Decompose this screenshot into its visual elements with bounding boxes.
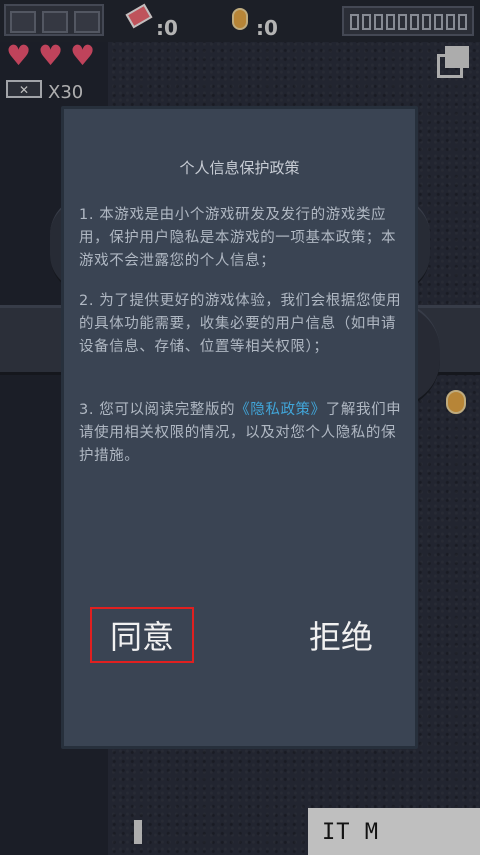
agree-button[interactable]: 同意 bbox=[90, 607, 194, 663]
policy-paragraph-2: 2. 为了提供更好的游戏体验，我们会根据您使用的具体功能需要，收集必要的用户信息… bbox=[79, 293, 402, 355]
privacy-dialog: 个人信息保护政策 1. 本游戏是由小个游戏研发及发行的游戏类应用，保护用户隐私是… bbox=[61, 106, 418, 749]
reject-button[interactable]: 拒绝 bbox=[289, 607, 393, 663]
policy-paragraph-3-lead: 3. 您可以阅读完整版的 bbox=[79, 402, 236, 418]
dialog-title: 个人信息保护政策 bbox=[179, 159, 300, 177]
privacy-policy-link[interactable]: 《隐私政策》 bbox=[235, 402, 326, 418]
policy-paragraph-3: 3. 您可以阅读完整版的《隐私政策》了解我们申请使用相关权限的情况，以及对您个人… bbox=[79, 399, 409, 468]
policy-paragraph-1: 1. 本游戏是由小个游戏研发及发行的游戏类应用，保护用户隐私是本游戏的一项基本政… bbox=[79, 207, 397, 269]
